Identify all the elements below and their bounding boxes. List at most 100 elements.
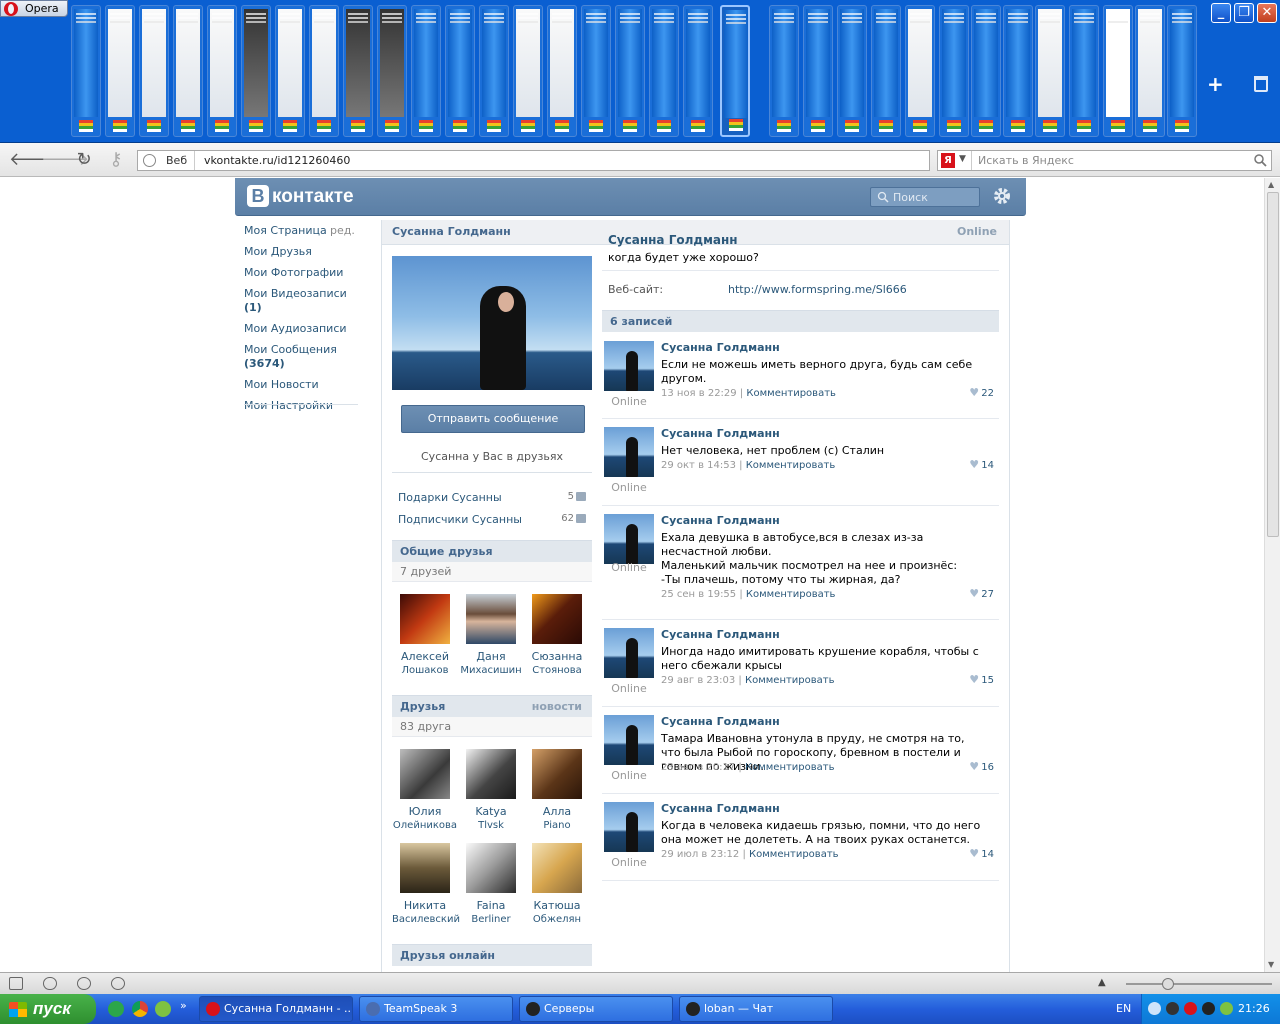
- like-button[interactable]: ♥ 27: [969, 588, 994, 600]
- like-button[interactable]: ♥ 22: [969, 387, 994, 399]
- friend-photo[interactable]: [466, 749, 516, 799]
- vk-logo[interactable]: Вконтакте: [247, 185, 354, 208]
- share-icon[interactable]: [77, 977, 91, 990]
- tray-arrow-icon[interactable]: [1148, 1002, 1161, 1015]
- tab-thumbnail[interactable]: [71, 5, 101, 137]
- friend-photo[interactable]: [400, 594, 450, 644]
- tab-thumbnail[interactable]: [479, 5, 509, 137]
- tab-thumbnail[interactable]: [1167, 5, 1197, 137]
- tab-thumbnail[interactable]: [803, 5, 833, 137]
- tray-icq-icon[interactable]: [1220, 1002, 1233, 1015]
- speed-dial-icon[interactable]: [111, 977, 125, 990]
- friend-card[interactable]: Katya Tlvsk: [458, 749, 524, 832]
- comment-link[interactable]: Комментировать: [749, 849, 839, 860]
- comment-link[interactable]: Комментировать: [745, 762, 835, 773]
- menu-settings[interactable]: Мои Настройки: [244, 399, 358, 413]
- minimize-button[interactable]: _: [1211, 3, 1231, 23]
- tab-thumbnail[interactable]: [309, 5, 339, 137]
- friend-photo[interactable]: [400, 749, 450, 799]
- tab-thumbnail[interactable]: [905, 5, 935, 137]
- post-author-photo[interactable]: [604, 715, 654, 765]
- friends-news-link[interactable]: новости: [532, 700, 582, 713]
- post-author-photo[interactable]: [604, 628, 654, 678]
- tab-thumbnail[interactable]: [1135, 5, 1165, 137]
- post-author[interactable]: Сусанна Голдманн: [661, 341, 780, 354]
- scrollbar-thumb[interactable]: [1267, 192, 1279, 537]
- tab-thumbnail[interactable]: [649, 5, 679, 137]
- search-field[interactable]: Я ▼ Искать в Яндекс: [937, 150, 1272, 171]
- url-text[interactable]: vkontakte.ru/id121260460: [204, 154, 350, 167]
- restore-button[interactable]: ❐: [1234, 3, 1254, 23]
- post-date[interactable]: 29 июл в 23:12: [661, 849, 739, 860]
- menu-videos[interactable]: Мои Видеозаписи (1): [244, 287, 358, 315]
- like-button[interactable]: ♥ 15: [969, 674, 994, 686]
- menu-audio[interactable]: Мои Аудиозаписи: [244, 322, 358, 336]
- taskbar-task[interactable]: TeamSpeak 3: [359, 996, 513, 1022]
- back-icon[interactable]: 🡐: [9, 149, 57, 171]
- friend-photo[interactable]: [532, 749, 582, 799]
- chevron-down-icon[interactable]: ▼: [959, 154, 966, 164]
- tray-opera-icon[interactable]: [1184, 1002, 1197, 1015]
- scroll-down-icon[interactable]: ▼: [1268, 960, 1274, 969]
- taskbar-task[interactable]: Серверы: [519, 996, 673, 1022]
- post-date[interactable]: 29 окт в 14:53: [661, 460, 736, 471]
- tab-thumbnail[interactable]: [769, 5, 799, 137]
- comment-link[interactable]: Комментировать: [746, 388, 836, 399]
- tab-thumbnail[interactable]: [513, 5, 543, 137]
- menu-messages[interactable]: Мои Сообщения (3674): [244, 343, 358, 371]
- comment-link[interactable]: Комментировать: [746, 460, 836, 471]
- forward-icon[interactable]: 🡒: [41, 149, 89, 171]
- friend-photo[interactable]: [466, 843, 516, 893]
- post-date[interactable]: 25 сен в 19:55: [661, 589, 736, 600]
- friend-card[interactable]: Никита Василевский: [392, 843, 460, 926]
- tray-teamspeak-icon[interactable]: [1166, 1002, 1179, 1015]
- taskbar-task[interactable]: loban — Чат: [679, 996, 833, 1022]
- search-placeholder[interactable]: Искать в Яндекс: [978, 154, 1074, 167]
- friend-photo[interactable]: [400, 843, 450, 893]
- profile-photo[interactable]: [392, 256, 592, 390]
- friends-header[interactable]: Друзья новости: [392, 695, 592, 717]
- post-author-photo[interactable]: [604, 514, 654, 564]
- tab-thumbnail[interactable]: [275, 5, 305, 137]
- language-indicator[interactable]: EN: [1116, 1002, 1131, 1015]
- tab-thumbnail[interactable]: [343, 5, 373, 137]
- like-button[interactable]: ♥ 14: [969, 459, 994, 471]
- tab-thumbnail[interactable]: [581, 5, 611, 137]
- send-message-button[interactable]: Отправить сообщение: [401, 405, 585, 433]
- friend-card[interactable]: Катюша Обжелян: [524, 843, 590, 926]
- tab-thumbnail[interactable]: [837, 5, 867, 137]
- tab-thumbnail[interactable]: [445, 5, 475, 137]
- icq-icon[interactable]: [155, 1001, 171, 1017]
- tab-thumbnail[interactable]: [547, 5, 577, 137]
- post-author-photo[interactable]: [604, 802, 654, 852]
- post-author[interactable]: Сусанна Голдманн: [661, 514, 780, 527]
- tab-thumbnail[interactable]: [615, 5, 645, 137]
- yandex-icon[interactable]: Я: [941, 153, 955, 168]
- post-author[interactable]: Сусанна Голдманн: [661, 427, 780, 440]
- gifts-link[interactable]: Подарки Сусанны 5: [398, 491, 586, 504]
- reload-icon[interactable]: ↻: [73, 149, 95, 171]
- tab-thumbnail[interactable]: [720, 5, 750, 137]
- tab-thumbnail[interactable]: [971, 5, 1001, 137]
- friend-card[interactable]: Алексей Лошаков: [392, 594, 458, 677]
- overflow-icon[interactable]: »: [180, 999, 187, 1012]
- comment-link[interactable]: Комментировать: [746, 589, 836, 600]
- tray-steam-icon[interactable]: [1202, 1002, 1215, 1015]
- profile-status[interactable]: когда будет уже хорошо?: [608, 251, 759, 264]
- tab-thumbnail[interactable]: [207, 5, 237, 137]
- taskbar-task[interactable]: Сусанна Голдманн - ...: [199, 996, 353, 1022]
- address-field[interactable]: Веб vkontakte.ru/id121260460: [137, 150, 930, 171]
- tab-thumbnail[interactable]: [377, 5, 407, 137]
- friend-card[interactable]: Даня Михасишин: [458, 594, 524, 677]
- post-author[interactable]: Сусанна Голдманн: [661, 628, 780, 641]
- friend-card[interactable]: Алла Piano: [524, 749, 590, 832]
- like-button[interactable]: ♥ 16: [969, 761, 994, 773]
- friend-photo[interactable]: [466, 594, 516, 644]
- friends-online-header[interactable]: Друзья онлайн: [392, 944, 592, 966]
- trash-icon[interactable]: [1254, 76, 1268, 92]
- website-link[interactable]: http://www.formspring.me/Sl666: [728, 283, 907, 296]
- post-author-photo[interactable]: [604, 341, 654, 391]
- opera-menu-button[interactable]: Opera: [0, 0, 68, 17]
- tab-thumbnail[interactable]: [411, 5, 441, 137]
- zoom-up-icon[interactable]: ▲: [1098, 977, 1106, 988]
